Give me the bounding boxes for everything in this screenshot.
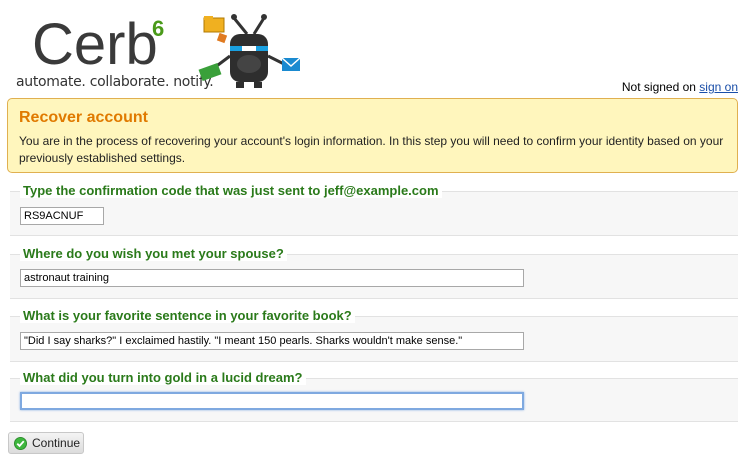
banner-title: Recover account	[19, 109, 148, 126]
continue-button[interactable]: Continue	[8, 432, 84, 454]
signin-status: Not signed on	[621, 80, 696, 94]
confirmation-code-section: Type the confirmation code that was just…	[10, 183, 738, 236]
recover-account-banner: Recover account You are in the process o…	[7, 98, 738, 173]
cerb-logo: Cerb 6 automate. collaborate. notify.	[14, 10, 304, 92]
spouse-question-label: Where do you wish you met your spouse?	[20, 246, 287, 261]
check-circle-icon	[14, 437, 27, 450]
confirmation-code-label: Type the confirmation code that was just…	[20, 183, 442, 198]
signin-area: Not signed on sign on	[622, 80, 738, 94]
spouse-question-section: Where do you wish you met your spouse?	[10, 246, 738, 299]
gold-answer-input[interactable]	[20, 392, 524, 410]
sign-on-link[interactable]: sign on	[699, 80, 738, 94]
book-answer-input[interactable]	[20, 332, 524, 350]
continue-label: Continue	[32, 436, 81, 450]
logo-wordmark: Cerb	[32, 12, 158, 77]
book-question-section: What is your favorite sentence in your f…	[10, 308, 738, 362]
spouse-answer-input[interactable]	[20, 269, 524, 287]
gold-question-label: What did you turn into gold in a lucid d…	[20, 370, 306, 385]
book-question-label: What is your favorite sentence in your f…	[20, 308, 355, 323]
confirmation-code-input[interactable]	[20, 207, 104, 225]
logo-version: 6	[152, 16, 165, 41]
gold-question-section: What did you turn into gold in a lucid d…	[10, 370, 738, 422]
banner-message: You are in the process of recovering you…	[19, 134, 724, 165]
robot-mascot-icon	[198, 14, 301, 88]
logo-tagline: automate. collaborate. notify.	[16, 74, 214, 90]
